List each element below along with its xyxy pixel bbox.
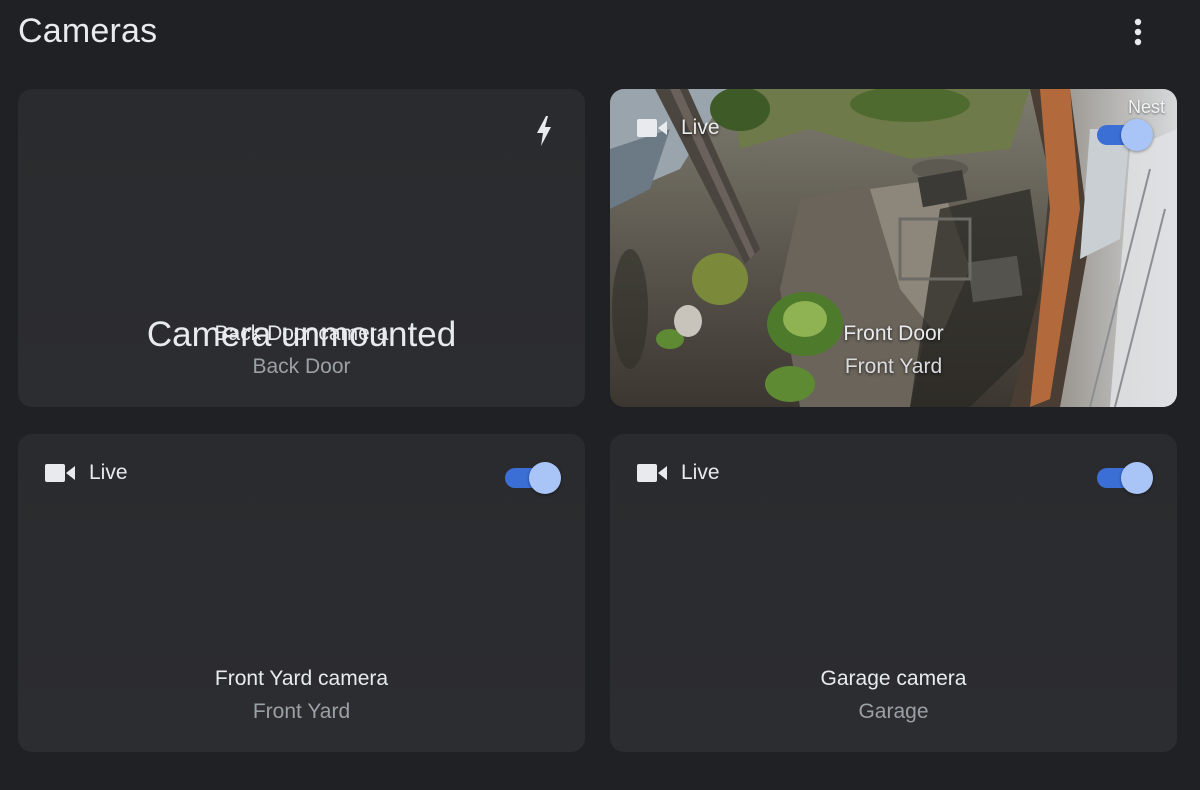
camera-room: Front Yard: [252, 700, 351, 723]
live-toggle[interactable]: [1095, 118, 1155, 152]
app-header: Cameras: [0, 0, 1200, 66]
camera-name: Front Yard camera: [214, 667, 389, 690]
more-options-button[interactable]: [1120, 12, 1156, 52]
camera-card-front-yard[interactable]: Live Front Yard camera Front Yard: [18, 434, 585, 752]
camera-room: Garage: [858, 700, 929, 723]
camera-room: Back Door: [252, 355, 351, 378]
camera-room: Front Yard: [844, 355, 943, 378]
camera-name: Garage camera: [820, 667, 967, 690]
camera-card-front-door[interactable]: Live Nest Front Door Front Yard: [610, 89, 1177, 407]
videocam-icon: [637, 464, 667, 482]
more-vert-icon: [1134, 18, 1142, 46]
live-toggle[interactable]: [1095, 461, 1155, 495]
toggle-knob: [1121, 462, 1153, 494]
brand-label: Nest: [1127, 97, 1165, 117]
videocam-icon: [637, 119, 667, 137]
live-toggle[interactable]: [503, 461, 563, 495]
camera-name: Front Door: [843, 322, 944, 345]
live-label: Live: [89, 461, 128, 484]
live-indicator: Live: [45, 461, 128, 485]
live-label: Live: [681, 116, 720, 139]
camera-card-back-door[interactable]: Camera unmounted Back Door camera Back D…: [18, 89, 585, 407]
videocam-icon: [45, 464, 75, 482]
live-label: Live: [681, 461, 720, 484]
page-title: Cameras: [18, 12, 158, 50]
bolt-icon: [537, 116, 551, 146]
toggle-knob: [529, 462, 561, 494]
live-indicator: Live: [637, 116, 720, 140]
camera-card-garage[interactable]: Live Garage camera Garage: [610, 434, 1177, 752]
camera-name: Back Door camera: [214, 322, 389, 345]
toggle-knob: [1121, 119, 1153, 151]
live-indicator: Live: [637, 461, 720, 485]
